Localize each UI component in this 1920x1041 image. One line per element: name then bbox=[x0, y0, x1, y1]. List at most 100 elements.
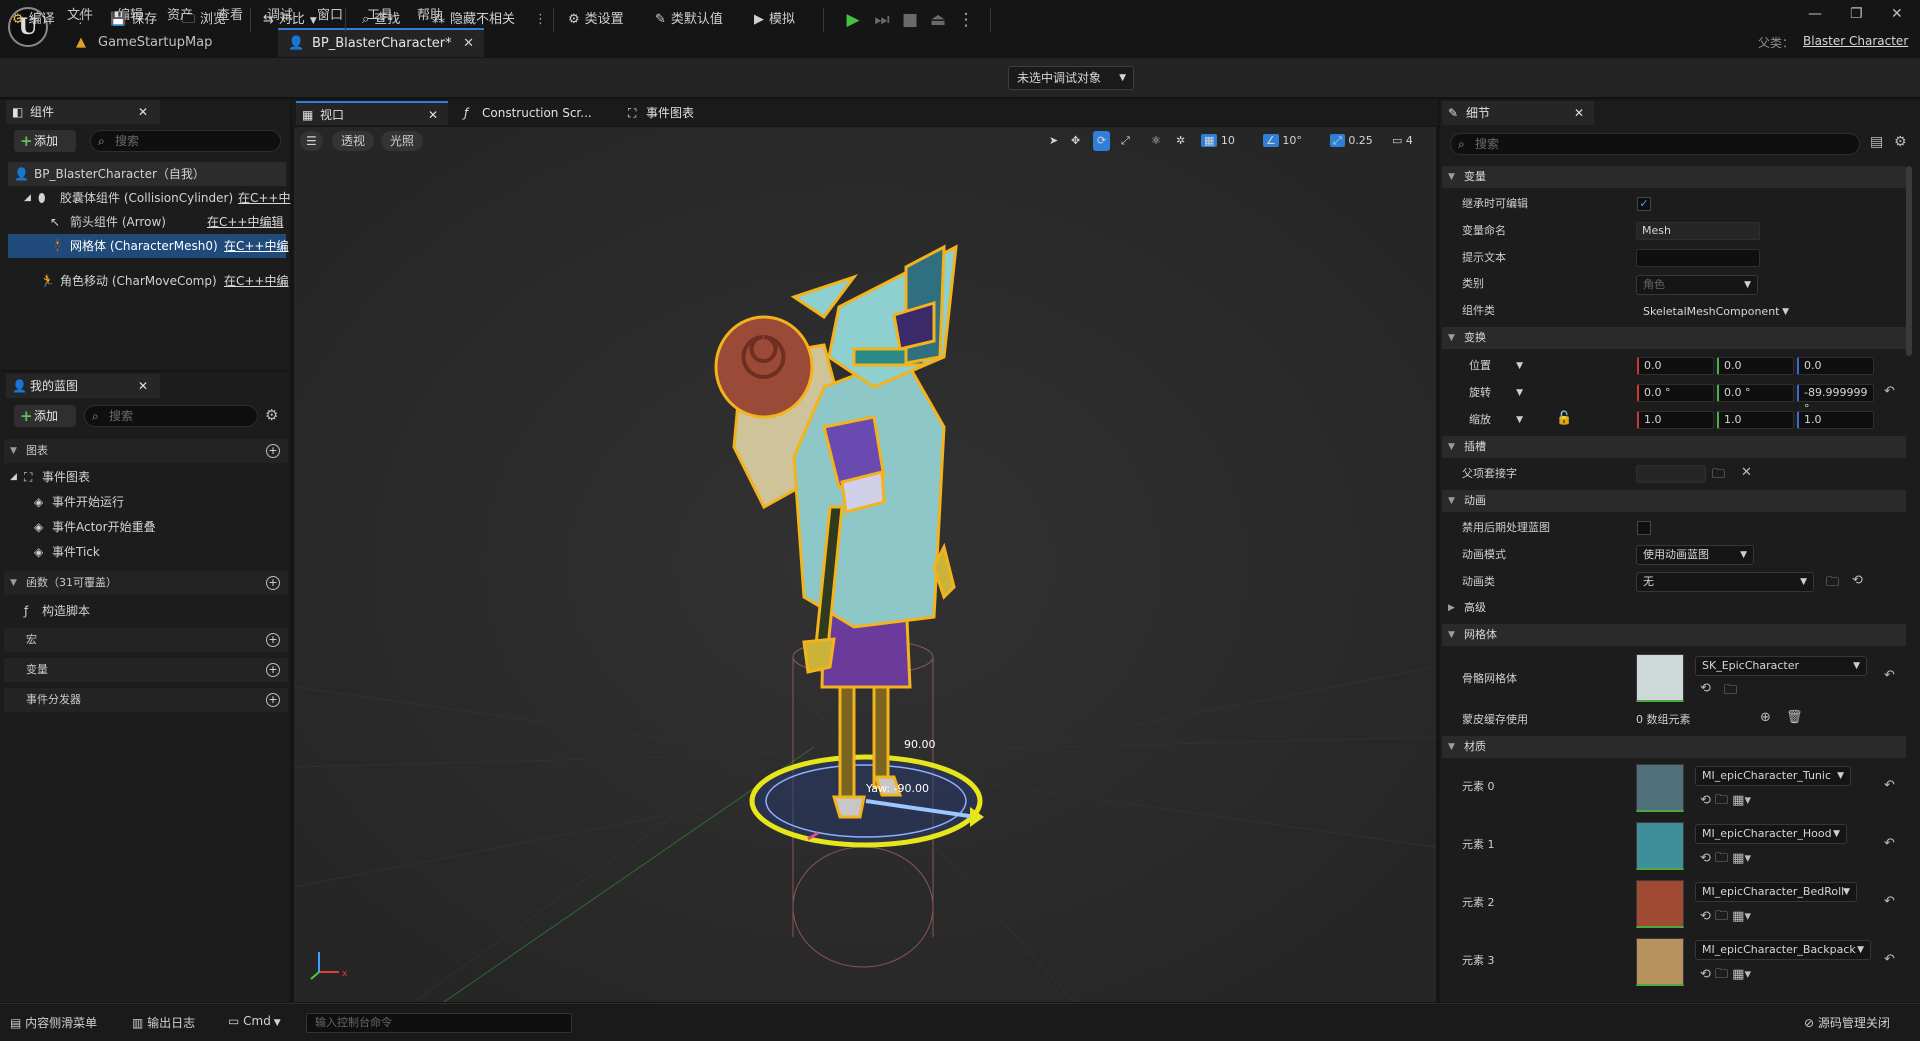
class-settings-button[interactable]: ⚙ 类设置 bbox=[568, 9, 624, 31]
add-macro-icon[interactable]: + bbox=[266, 633, 280, 647]
material-select[interactable]: MI_epicCharacter_Tunic ▼ bbox=[1695, 766, 1851, 786]
add-element-icon[interactable]: ⊕ bbox=[1760, 710, 1771, 725]
simulate-button[interactable]: ▶ 模拟 bbox=[754, 9, 795, 31]
use-selected-icon[interactable]: ⟲ 🗀 ▦▾ bbox=[1700, 965, 1751, 987]
menu-window[interactable]: 窗口 bbox=[317, 4, 343, 23]
use-selected-icon[interactable]: ⟲ bbox=[1852, 573, 1863, 588]
anim-mode-select[interactable]: 使用动画蓝图 ▼ bbox=[1636, 545, 1754, 565]
save-button[interactable]: 💾 保存 bbox=[110, 9, 157, 31]
table-view-icon[interactable]: ▤ bbox=[1870, 134, 1883, 150]
tab-viewport[interactable]: ▦ 视口 ✕ bbox=[296, 101, 448, 125]
parent-class-link[interactable]: Blaster Character bbox=[1803, 34, 1908, 48]
reset-arrow-icon[interactable]: ↶ bbox=[1884, 894, 1895, 909]
camera-speed-button[interactable]: ▭ 4 bbox=[1392, 131, 1413, 151]
content-drawer-button[interactable]: ▤ 内容侧滑菜单 bbox=[10, 1014, 97, 1031]
add-component-button[interactable]: + 添加 bbox=[14, 130, 76, 152]
rotation-x-field[interactable]: 0.0 ° bbox=[1637, 384, 1714, 402]
scale-z-field[interactable]: 1.0 bbox=[1797, 411, 1874, 429]
rotation-gizmo[interactable] bbox=[749, 754, 984, 848]
skeletal-mesh-select[interactable]: SK_EpicCharacter ▼ bbox=[1695, 656, 1867, 676]
edit-in-cpp-link[interactable]: 在C++中 bbox=[238, 186, 291, 210]
minimize-icon[interactable]: — bbox=[1808, 6, 1822, 22]
reset-arrow-icon[interactable]: ↶ bbox=[1884, 668, 1895, 683]
viewport-menu-button[interactable]: ☰ bbox=[300, 131, 323, 151]
close-icon[interactable]: ✕ bbox=[428, 103, 438, 127]
scale-y-field[interactable]: 1.0 bbox=[1717, 411, 1794, 429]
category-select[interactable]: 角色 ▼ bbox=[1636, 275, 1758, 295]
reset-arrow-icon[interactable]: ↶ bbox=[1884, 836, 1895, 851]
restore-icon[interactable]: ❐ bbox=[1850, 6, 1863, 22]
trash-icon[interactable]: 🗑 bbox=[1786, 710, 1803, 725]
diff-button[interactable]: ⇆ 对比 ▼ bbox=[263, 9, 317, 31]
tab-components[interactable]: ◧ 组件 ✕ bbox=[6, 100, 160, 124]
add-dispatcher-icon[interactable]: + bbox=[266, 693, 280, 707]
browse-button[interactable]: 🗀 浏览 bbox=[182, 9, 226, 31]
edit-in-cpp-link[interactable]: 在C++中编辑 bbox=[207, 210, 284, 234]
event-item[interactable]: ◈ 事件Actor开始重叠 bbox=[6, 515, 286, 539]
components-search-input[interactable]: ⌕ 搜索 bbox=[90, 130, 281, 152]
rotate-mode-icon[interactable]: ⟳ bbox=[1093, 131, 1111, 151]
close-icon[interactable]: ✕ bbox=[138, 374, 148, 398]
reset-arrow-icon[interactable]: ↶ bbox=[1884, 778, 1895, 793]
section-macros[interactable]: 宏 + bbox=[4, 628, 288, 652]
add-variable-icon[interactable]: + bbox=[266, 663, 280, 677]
anim-class-select[interactable]: 无 ▼ bbox=[1636, 572, 1814, 592]
location-x-field[interactable]: 0.0 bbox=[1637, 357, 1714, 375]
cmd-select[interactable]: ▭ Cmd ▼ bbox=[228, 1014, 281, 1028]
section-materials[interactable]: ▼ 材质 bbox=[1442, 736, 1906, 758]
var-name-field[interactable]: Mesh bbox=[1636, 222, 1760, 240]
section-animation[interactable]: ▼ 动画 bbox=[1442, 490, 1906, 512]
reset-arrow-icon[interactable]: ↶ bbox=[1884, 952, 1895, 967]
step-icon[interactable]: ⏭ bbox=[870, 8, 894, 32]
source-control-button[interactable]: ⊘ 源码管理关闭 bbox=[1804, 1014, 1890, 1031]
scale-mode-select[interactable]: 缩放 ▼ bbox=[1462, 410, 1530, 430]
tooltip-field[interactable] bbox=[1636, 249, 1760, 267]
material-thumbnail[interactable] bbox=[1636, 938, 1684, 986]
parent-socket-field[interactable] bbox=[1636, 465, 1706, 483]
blueprint-search-input[interactable]: ⌕ 搜索 bbox=[84, 405, 258, 427]
material-thumbnail[interactable] bbox=[1636, 822, 1684, 870]
play-icon[interactable]: ▶ bbox=[841, 8, 865, 32]
tree-item-root[interactable]: 👤 BP_BlasterCharacter（自我） bbox=[8, 162, 286, 186]
reset-arrow-icon[interactable]: ↶ bbox=[1884, 384, 1895, 399]
play-options-icon[interactable]: ⋮ bbox=[954, 8, 978, 32]
lighting-button[interactable]: 光照 bbox=[381, 131, 424, 151]
location-z-field[interactable]: 0.0 bbox=[1797, 357, 1874, 375]
use-selected-icon[interactable]: ⟲ 🗀 ▦▾ bbox=[1700, 791, 1751, 813]
translate-mode-icon[interactable]: ✥ bbox=[1071, 131, 1080, 151]
event-item[interactable]: ◈ 事件Tick bbox=[6, 540, 286, 564]
grid-snap-button[interactable]: ▦ 10 bbox=[1201, 131, 1235, 151]
scale-snap-button[interactable]: ⤢ 0.25 bbox=[1330, 131, 1373, 151]
gear-icon[interactable]: ⚙ bbox=[265, 406, 278, 424]
component-class-select[interactable]: SkeletalMeshComponent ▼ bbox=[1636, 302, 1796, 322]
material-select[interactable]: MI_epicCharacter_BedRoll ▼ bbox=[1695, 882, 1857, 902]
tree-item-mesh[interactable]: 🕴 网格体 (CharacterMesh0) 在C++中编 bbox=[8, 234, 289, 258]
use-selected-icon[interactable]: ⟲ 🗀 ▦▾ bbox=[1700, 907, 1751, 929]
rotation-mode-select[interactable]: 旋转 ▼ bbox=[1462, 383, 1530, 403]
stop-icon[interactable]: ■ bbox=[898, 8, 922, 32]
tab-event-graph[interactable]: ⛶ 事件图表 bbox=[622, 101, 762, 125]
perspective-button[interactable]: 透视 bbox=[332, 131, 375, 151]
class-defaults-button[interactable]: ✎ 类默认值 bbox=[655, 9, 723, 31]
event-graph-item[interactable]: ◢ ⛶ 事件图表 bbox=[6, 465, 286, 489]
console-input[interactable]: 输入控制台命令 bbox=[306, 1013, 572, 1033]
add-function-icon[interactable]: + bbox=[266, 576, 280, 590]
material-thumbnail[interactable] bbox=[1636, 880, 1684, 928]
details-scrollbar[interactable] bbox=[1906, 166, 1912, 356]
rotate-snap-button[interactable]: ∠ 10° bbox=[1263, 131, 1302, 151]
section-variables[interactable]: 变量 + bbox=[4, 658, 288, 682]
output-log-button[interactable]: ▥ 输出日志 bbox=[132, 1014, 195, 1031]
section-variable[interactable]: ▼ 变量 bbox=[1442, 166, 1906, 188]
surface-snap-icon[interactable]: ⚛ bbox=[1151, 131, 1161, 151]
eject-icon[interactable]: ⏏ bbox=[926, 8, 950, 32]
use-selected-icon[interactable]: ⟲ 🗀 ▦▾ bbox=[1700, 849, 1751, 871]
material-select[interactable]: MI_epicCharacter_Backpack ▼ bbox=[1695, 940, 1871, 960]
browse-asset-icon[interactable]: 🗀 bbox=[1724, 681, 1737, 703]
tab-construction-script[interactable]: ƒ Construction Scr... bbox=[458, 101, 618, 125]
tree-item-arrow[interactable]: ↖ 箭头组件 (Arrow) 在C++中编辑 bbox=[8, 210, 286, 234]
browse-asset-icon[interactable]: 🗀 bbox=[1826, 573, 1839, 595]
close-icon[interactable]: ✕ bbox=[1574, 101, 1584, 125]
edit-in-cpp-link[interactable]: 在C++中编 bbox=[224, 234, 289, 258]
section-functions[interactable]: ▼ 函数（31可覆盖） + bbox=[4, 571, 288, 595]
close-icon[interactable]: ✕ bbox=[463, 30, 474, 57]
